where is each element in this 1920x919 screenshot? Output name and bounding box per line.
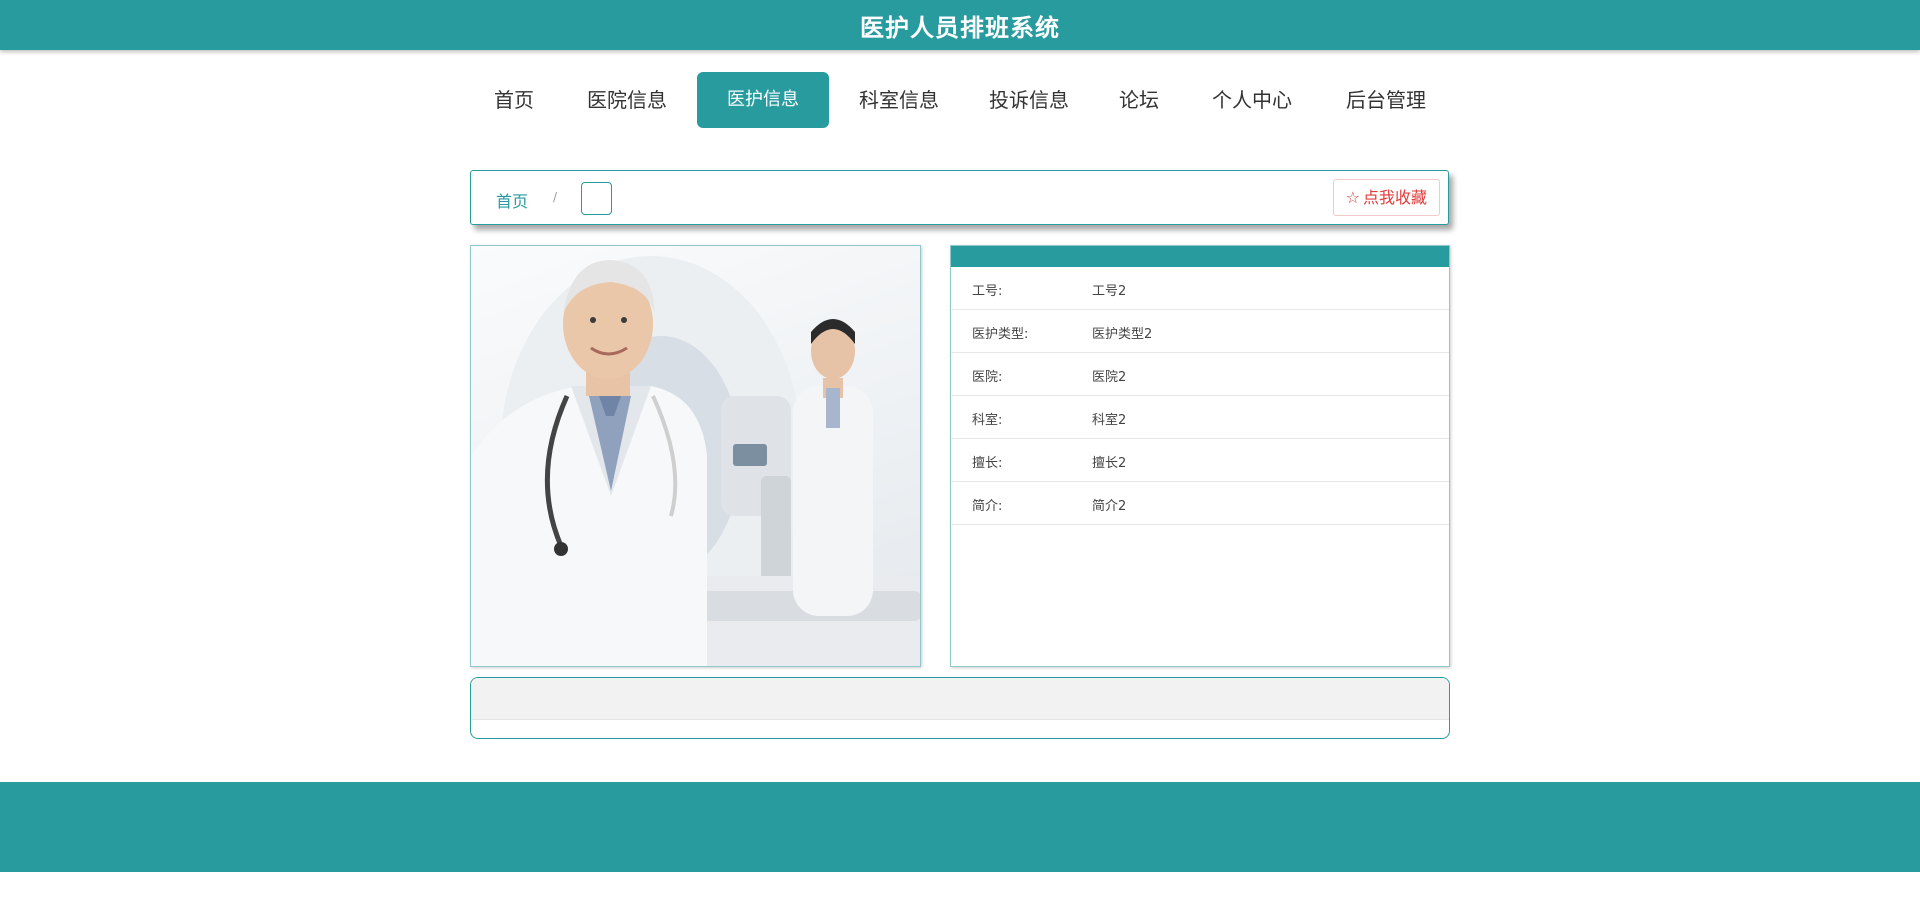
details-header <box>951 246 1449 267</box>
detail-value: 医院2 <box>1092 370 1127 385</box>
staff-details-panel: 工号: 工号2 医护类型: 医护类型2 医院: 医院2 科室: 科室2 擅长: … <box>950 245 1450 667</box>
doctors-illustration <box>471 256 920 666</box>
page-footer <box>0 782 1920 872</box>
detail-value: 科室2 <box>1092 413 1127 428</box>
nav-admin[interactable]: 后台管理 <box>1334 72 1438 128</box>
detail-row-specialty: 擅长: 擅长2 <box>951 439 1449 482</box>
staff-photo <box>470 245 921 667</box>
site-title: 医护人员排班系统 <box>860 13 1060 42</box>
detail-value: 擅长2 <box>1092 456 1127 471</box>
nav-personal-center[interactable]: 个人中心 <box>1199 72 1305 128</box>
breadcrumb-separator: / <box>553 190 558 204</box>
nav-complaint-info[interactable]: 投诉信息 <box>977 72 1081 128</box>
star-outline-icon: ☆ <box>1345 188 1360 207</box>
detail-row-introduction: 简介: 简介2 <box>951 482 1449 525</box>
favorite-label: 点我收藏 <box>1362 188 1427 207</box>
detail-label: 简介: <box>972 499 1003 514</box>
detail-row-staff-type: 医护类型: 医护类型2 <box>951 310 1449 353</box>
breadcrumb: 首页 / ☆ 点我收藏 <box>470 170 1449 225</box>
main-nav: 首页 医院信息 医护信息 科室信息 投诉信息 论坛 个人中心 后台管理 <box>0 72 1920 128</box>
detail-row-hospital: 医院: 医院2 <box>951 353 1449 396</box>
detail-value: 简介2 <box>1092 499 1127 514</box>
detail-label: 工号: <box>972 284 1003 299</box>
nav-hospital-info[interactable]: 医院信息 <box>575 72 679 128</box>
detail-label: 科室: <box>972 413 1003 428</box>
comment-header <box>471 678 1449 720</box>
detail-label: 医护类型: <box>972 327 1029 342</box>
detail-value: 工号2 <box>1092 284 1127 299</box>
detail-label: 医院: <box>972 370 1003 385</box>
nav-medical-staff-info[interactable]: 医护信息 <box>697 72 829 128</box>
comment-section <box>470 677 1450 739</box>
detail-row-staff-id: 工号: 工号2 <box>951 267 1449 310</box>
favorite-button[interactable]: ☆ 点我收藏 <box>1332 179 1440 216</box>
breadcrumb-current <box>581 182 612 215</box>
nav-department-info[interactable]: 科室信息 <box>847 72 951 128</box>
detail-label: 擅长: <box>972 456 1003 471</box>
detail-row-department: 科室: 科室2 <box>951 396 1449 439</box>
breadcrumb-home-link[interactable]: 首页 <box>496 188 528 212</box>
nav-home[interactable]: 首页 <box>478 72 550 128</box>
top-header: 医护人员排班系统 <box>0 0 1920 50</box>
nav-forum[interactable]: 论坛 <box>1104 72 1174 128</box>
detail-value: 医护类型2 <box>1092 327 1153 342</box>
